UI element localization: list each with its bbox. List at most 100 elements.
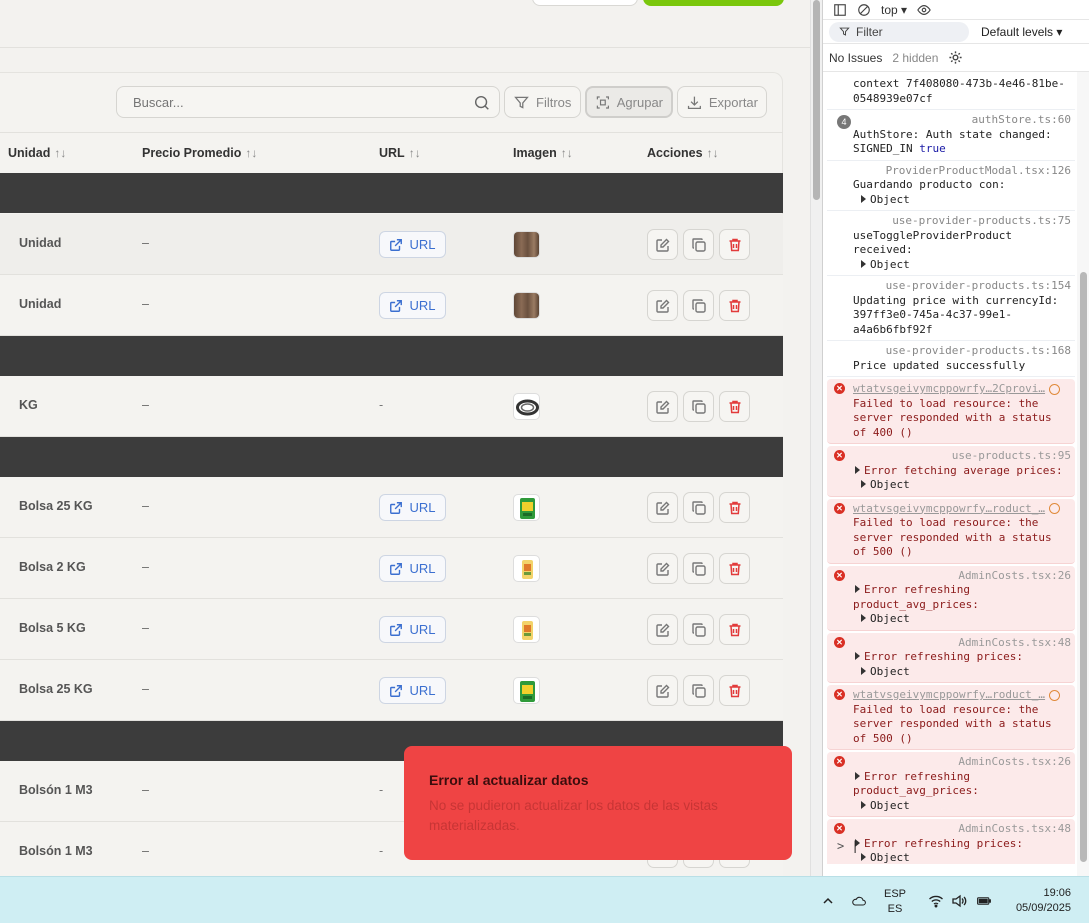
- console-prompt[interactable]: > |: [837, 839, 859, 853]
- system-clock[interactable]: 19:06 05/09/2025: [1016, 886, 1071, 916]
- expand-arrow-icon[interactable]: [855, 652, 860, 660]
- console-scrollbar-thumb[interactable]: [1080, 272, 1087, 862]
- console-error[interactable]: ✕ wtatvsgeivymcppowrfy…roduct_… Failed to …: [827, 498, 1075, 564]
- expand-arrow-icon[interactable]: [861, 480, 866, 488]
- console-log[interactable]: use-provider-products.ts:154 Updating pri…: [827, 276, 1075, 341]
- console-scrollbar[interactable]: [1077, 72, 1089, 876]
- console-error[interactable]: ✕ wtatvsgeivymcppowrfy…roduct_… Failed to …: [827, 685, 1075, 750]
- context-selector[interactable]: top ▾: [881, 3, 907, 17]
- url-link-button[interactable]: URL: [379, 292, 446, 319]
- sidebar-toggle-icon[interactable]: [833, 3, 847, 17]
- console-log[interactable]: context 7f408080-473b-4e46-81be-0548939e…: [827, 74, 1075, 110]
- clear-console-icon[interactable]: [857, 3, 871, 17]
- language-indicator[interactable]: ESP ES: [884, 887, 906, 917]
- expand-arrow-icon[interactable]: [861, 614, 866, 622]
- network-icon[interactable]: [1049, 689, 1061, 701]
- header-secondary-button[interactable]: [532, 0, 638, 6]
- group-row[interactable]: [0, 336, 783, 376]
- source-link[interactable]: use-provider-products.ts:154: [853, 279, 1071, 294]
- delete-button[interactable]: [719, 675, 750, 706]
- edit-button[interactable]: [647, 492, 678, 523]
- source-link[interactable]: use-products.ts:95: [853, 449, 1071, 464]
- search-box[interactable]: [116, 86, 500, 118]
- network-icon[interactable]: [1049, 383, 1061, 395]
- search-input[interactable]: [133, 95, 463, 110]
- console-error[interactable]: ✕ AdminCosts.tsx:26 Error refreshing produ…: [827, 565, 1075, 631]
- console-log[interactable]: ProviderProductModal.tsx:126 Guardando pr…: [827, 161, 1075, 211]
- header-image[interactable]: Imagen ↑↓: [513, 146, 573, 160]
- console-error[interactable]: ✕ use-products.ts:95 Error fetching averag…: [827, 446, 1075, 497]
- product-thumbnail[interactable]: [513, 677, 540, 704]
- source-link[interactable]: authStore.ts:60: [853, 113, 1071, 128]
- sort-icon[interactable]: ↑↓: [409, 146, 421, 160]
- url-link-button[interactable]: URL: [379, 231, 446, 258]
- duplicate-button[interactable]: [683, 675, 714, 706]
- product-thumbnail[interactable]: [513, 292, 540, 319]
- edit-button[interactable]: [647, 229, 678, 260]
- header-actions[interactable]: Acciones ↑↓: [647, 146, 719, 160]
- header-primary-button[interactable]: [643, 0, 784, 6]
- product-thumbnail[interactable]: [513, 393, 540, 420]
- url-link-button[interactable]: URL: [379, 494, 446, 521]
- group-row[interactable]: [0, 173, 783, 213]
- filters-button[interactable]: Filtros: [504, 86, 581, 118]
- duplicate-button[interactable]: [683, 290, 714, 321]
- edit-button[interactable]: [647, 290, 678, 321]
- source-link[interactable]: use-provider-products.ts:168: [853, 344, 1071, 359]
- expand-arrow-icon[interactable]: [855, 585, 860, 593]
- duplicate-button[interactable]: [683, 553, 714, 584]
- source-link[interactable]: AdminCosts.tsx:48: [853, 636, 1071, 651]
- delete-button[interactable]: [719, 229, 750, 260]
- issues-label[interactable]: No Issues: [829, 51, 882, 65]
- console-filter-input[interactable]: Filter: [829, 21, 969, 42]
- source-link[interactable]: AdminCosts.tsx:26: [853, 755, 1071, 770]
- app-scrollbar[interactable]: [810, 0, 822, 876]
- console-error[interactable]: ✕ wtatvsgeivymcppowrfy…2Cprovi… Failed to …: [827, 379, 1075, 444]
- sort-icon[interactable]: ↑↓: [245, 146, 257, 160]
- url-link-button[interactable]: URL: [379, 677, 446, 704]
- resource-link[interactable]: wtatvsgeivymcppowrfy…roduct_…: [853, 502, 1071, 517]
- product-thumbnail[interactable]: [513, 494, 540, 521]
- expand-arrow-icon[interactable]: [861, 194, 866, 203]
- edit-button[interactable]: [647, 553, 678, 584]
- console-error[interactable]: ✕ AdminCosts.tsx:48 Error refreshing price…: [827, 632, 1075, 683]
- object-preview[interactable]: Object: [853, 258, 1071, 273]
- console-log[interactable]: use-provider-products.ts:75 useToggleProv…: [827, 211, 1075, 276]
- duplicate-button[interactable]: [683, 391, 714, 422]
- edit-button[interactable]: [647, 675, 678, 706]
- duplicate-button[interactable]: [683, 492, 714, 523]
- delete-button[interactable]: [719, 391, 750, 422]
- duplicate-button[interactable]: [683, 229, 714, 260]
- group-button[interactable]: Agrupar: [585, 86, 673, 118]
- header-url[interactable]: URL ↑↓: [379, 146, 421, 160]
- levels-dropdown[interactable]: Default levels ▾: [981, 25, 1062, 39]
- source-link[interactable]: use-provider-products.ts:75: [853, 214, 1071, 229]
- search-icon[interactable]: [473, 94, 491, 112]
- console-log[interactable]: use-provider-products.ts:168 Price update…: [827, 341, 1075, 377]
- expand-arrow-icon[interactable]: [861, 259, 866, 268]
- object-preview[interactable]: Object: [853, 665, 1071, 680]
- error-toast[interactable]: Error al actualizar datos No se pudieron…: [404, 746, 792, 860]
- sort-icon[interactable]: ↑↓: [561, 146, 573, 160]
- duplicate-button[interactable]: [683, 614, 714, 645]
- console-error[interactable]: ✕ AdminCosts.tsx:26 Error refreshing produ…: [827, 752, 1075, 817]
- resource-link[interactable]: wtatvsgeivymcppowrfy…roduct_…: [853, 688, 1071, 703]
- expand-arrow-icon[interactable]: [855, 465, 860, 474]
- source-link[interactable]: ProviderProductModal.tsx:126: [853, 164, 1071, 179]
- url-link-button[interactable]: URL: [379, 555, 446, 582]
- object-preview[interactable]: Object: [853, 612, 1071, 627]
- delete-button[interactable]: [719, 553, 750, 584]
- app-scrollbar-thumb[interactable]: [813, 0, 820, 200]
- header-unit[interactable]: Unidad ↑↓: [8, 146, 66, 160]
- product-thumbnail[interactable]: [513, 231, 540, 258]
- expand-arrow-icon[interactable]: [861, 800, 866, 809]
- product-thumbnail[interactable]: [513, 555, 540, 582]
- edit-button[interactable]: [647, 614, 678, 645]
- header-avg-price[interactable]: Precio Promedio ↑↓: [142, 146, 257, 160]
- volume-tray[interactable]: [949, 877, 969, 923]
- console-log[interactable]: 4 authStore.ts:60 AuthStore: Auth state ch…: [827, 110, 1075, 161]
- onedrive-tray[interactable]: [848, 877, 870, 923]
- battery-tray[interactable]: [973, 877, 995, 923]
- delete-button[interactable]: [719, 614, 750, 645]
- edit-button[interactable]: [647, 391, 678, 422]
